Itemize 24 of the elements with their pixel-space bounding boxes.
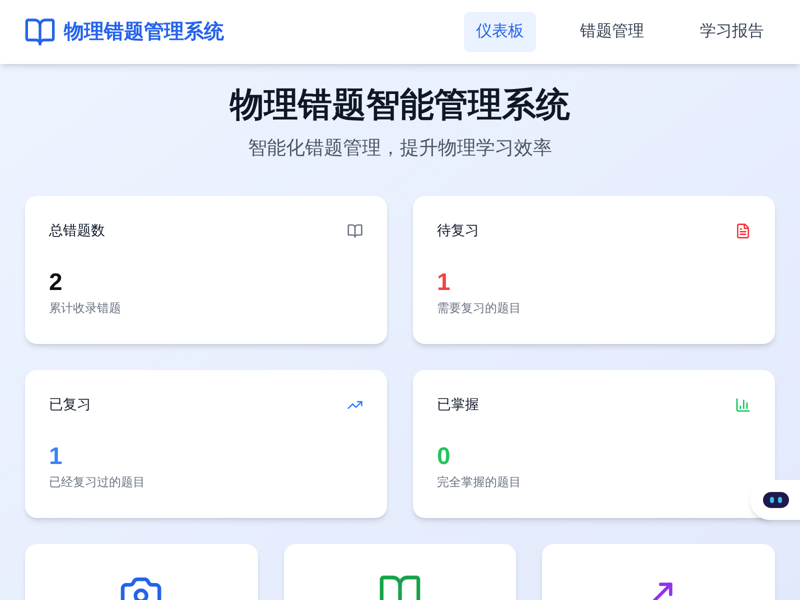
book-icon — [347, 222, 363, 238]
page-subtitle: 智能化错题管理，提升物理学习效率 — [248, 136, 552, 160]
robot-icon — [762, 490, 790, 510]
stat-label: 待复习 — [437, 221, 479, 240]
book-icon — [24, 16, 56, 48]
assistant-button[interactable] — [750, 480, 800, 520]
page-title: 物理错题智能管理系统 — [230, 85, 570, 126]
stat-caption: 已经复习过的题目 — [49, 474, 146, 491]
stat-value: 0 — [437, 445, 452, 469]
nav-tab[interactable]: 错题管理 — [568, 12, 656, 52]
stat-value: 2 — [49, 271, 64, 295]
stat-caption: 需要复习的题目 — [437, 300, 522, 317]
stat-caption: 完全掌握的题目 — [437, 474, 522, 491]
stat-caption: 累计收录错题 — [49, 300, 122, 317]
app-title: 物理错题管理系统 — [64, 20, 224, 45]
stat-label: 已掌握 — [437, 395, 479, 414]
nav-tab[interactable]: 仪表板 — [464, 12, 536, 52]
stat-value: 1 — [437, 271, 452, 295]
stat-label: 已复习 — [49, 395, 91, 414]
stat-label: 总错题数 — [49, 221, 105, 240]
document-icon — [735, 222, 751, 238]
bar-chart-icon — [735, 396, 751, 412]
stat-value: 1 — [49, 445, 64, 469]
nav-tab[interactable]: 学习报告 — [688, 12, 776, 52]
